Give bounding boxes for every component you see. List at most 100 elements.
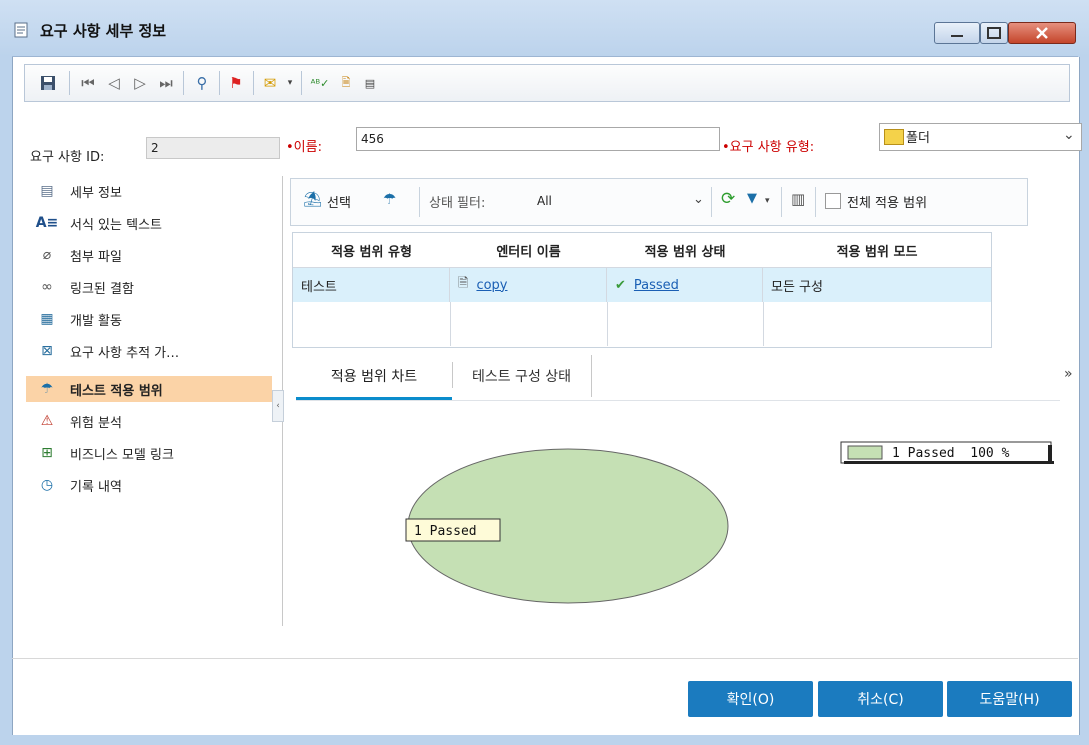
sidebar-item-details[interactable]: ▤ 세부 정보 xyxy=(38,178,272,204)
cell-entity-name: 🗎 copy xyxy=(450,268,607,302)
previous-record-icon[interactable]: ◁ xyxy=(105,74,123,92)
flag-icon[interactable]: ⚑ xyxy=(227,74,245,92)
toolbar-separator xyxy=(69,71,70,95)
sidebar-item-rich-text[interactable]: A≡ 서식 있는 텍스트 xyxy=(35,210,272,236)
save-icon[interactable] xyxy=(39,74,57,92)
table-row[interactable]: 테스트 🗎 copy ✔ Passed 모든 구성 xyxy=(293,268,991,302)
double-chevron-down-icon[interactable]: » xyxy=(1064,366,1073,382)
folder-icon xyxy=(884,129,904,145)
filter-icon[interactable]: ▼ xyxy=(747,191,757,206)
tab-coverage-chart[interactable]: 적용 범위 차트 xyxy=(296,355,452,401)
tab-test-config-status[interactable]: 테스트 구성 상태 xyxy=(452,355,592,397)
pin-icon[interactable]: ⚲ xyxy=(193,74,211,92)
coverage-grid: 적용 범위 유형 엔터티 이름 적용 범위 상태 적용 범위 모드 테스트 🗎 … xyxy=(292,232,992,348)
column-header[interactable]: 적용 범위 상태 xyxy=(607,233,764,268)
select-coverage-icon[interactable]: ⛱ xyxy=(303,190,322,208)
requirement-type-select[interactable]: 폴더 ⌄ xyxy=(879,123,1082,151)
toolbar-separator xyxy=(253,71,254,95)
window-frame-bottom xyxy=(0,735,1089,745)
name-label: •이름: xyxy=(286,140,322,155)
refresh-icon[interactable]: ⟳ xyxy=(721,189,735,209)
toolbar-separator xyxy=(419,187,420,217)
coverage-pie-chart: 1 Passed 1 Passed 100 % xyxy=(405,441,1054,604)
column-header[interactable]: 엔터티 이름 xyxy=(450,233,608,268)
cancel-button[interactable]: 취소(C) xyxy=(818,681,943,717)
sidebar-item-risk-analysis[interactable]: ⚠ 위험 분석 xyxy=(38,408,272,434)
details-icon: ▤ xyxy=(40,183,54,199)
toolbar-separator xyxy=(815,187,816,217)
sidebar-item-business-model[interactable]: ⊞ 비즈니스 모델 링크 xyxy=(38,440,272,466)
chevron-down-icon[interactable]: ⌄ xyxy=(1063,127,1075,143)
footer-divider xyxy=(12,658,1078,659)
email-dropdown-icon[interactable]: ▾ xyxy=(281,74,299,92)
cell-coverage-type: 테스트 xyxy=(293,268,450,302)
traceability-icon: ⊠ xyxy=(41,343,53,359)
ok-button[interactable]: 확인(O) xyxy=(688,681,813,717)
entire-scope-checkbox[interactable] xyxy=(825,193,841,209)
sidebar-item-attachments[interactable]: ⌀ 첨부 파일 xyxy=(38,242,272,268)
requirement-type-value: 폴더 xyxy=(906,131,930,146)
entity-link[interactable]: copy xyxy=(476,278,507,293)
email-icon[interactable]: ✉ xyxy=(261,74,279,92)
document-icon: 🗎 xyxy=(458,276,469,291)
column-header[interactable]: 적용 범위 모드 xyxy=(763,233,991,268)
last-record-icon[interactable]: ⏭ xyxy=(157,74,175,92)
maximize-button[interactable] xyxy=(980,22,1008,44)
remove-coverage-icon[interactable]: ☂ xyxy=(383,190,396,208)
attachment-icon: ⌀ xyxy=(42,247,52,263)
select-coverage-button[interactable]: 선택 xyxy=(327,192,351,211)
empty-cell xyxy=(293,302,451,346)
legend-entry: 1 Passed 100 % xyxy=(892,446,1010,461)
sidebar-item-label: 링크된 결함 xyxy=(70,281,134,297)
select-columns-icon[interactable]: ▥ xyxy=(791,190,805,208)
first-record-icon[interactable]: ⏮ xyxy=(79,74,97,92)
next-record-icon[interactable]: ▷ xyxy=(131,74,149,92)
close-button[interactable] xyxy=(1008,22,1076,44)
risk-icon: ⚠ xyxy=(40,413,54,429)
main-toolbar: ⏮ ◁ ▷ ⏭ ⚲ ⚑ ✉ ▾ ᴬᴮ✓ 🗎 ▤ xyxy=(24,64,1070,102)
empty-cell xyxy=(607,302,764,346)
spell-check-icon[interactable]: ᴬᴮ✓ xyxy=(311,74,330,92)
minimize-button[interactable] xyxy=(934,22,980,44)
chevron-down-icon[interactable]: ⌄ xyxy=(693,192,704,207)
sidebar-item-history[interactable]: ◷ 기록 내역 xyxy=(38,472,272,498)
name-field[interactable]: 456 xyxy=(356,127,720,151)
cell-coverage-mode: 모든 구성 xyxy=(763,268,991,302)
sidebar-item-linked-defects[interactable]: ∞ 링크된 결함 xyxy=(38,274,272,300)
thesaurus-icon[interactable]: 🗎 xyxy=(337,74,355,92)
window-frame-left xyxy=(0,56,12,745)
status-link[interactable]: Passed xyxy=(634,278,679,293)
coverage-toolbar: ⛱ 선택 ☂ 상태 필터: All ⌄ ⟳ ▼ ▾ ▥ 전체 적용 범위 xyxy=(290,178,1028,226)
status-filter-select[interactable]: All xyxy=(537,194,552,208)
window-title: 요구 사항 세부 정보 xyxy=(40,22,167,40)
sidebar-item-test-coverage[interactable]: ☂ 테스트 적용 범위 xyxy=(26,376,272,402)
sidebar-item-dev-activity[interactable]: ▦ 개발 활동 xyxy=(38,306,272,332)
sidebar-item-label: 서식 있는 텍스트 xyxy=(70,217,162,233)
requirement-id-label: 요구 사항 ID: xyxy=(30,150,105,165)
sidebar-item-label: 테스트 적용 범위 xyxy=(70,383,163,399)
slice-label: 1 Passed xyxy=(405,518,501,542)
spelling-options-icon[interactable]: ▤ xyxy=(361,74,379,92)
column-header[interactable]: 적용 범위 유형 xyxy=(293,233,451,268)
cell-coverage-status: ✔ Passed xyxy=(607,268,763,302)
filter-dropdown-icon[interactable]: ▾ xyxy=(765,196,770,206)
window-icon xyxy=(14,22,30,38)
entire-scope-label: 전체 적용 범위 xyxy=(847,196,928,211)
sidebar-item-label: 비즈니스 모델 링크 xyxy=(70,447,174,463)
dev-activity-icon: ▦ xyxy=(40,311,54,327)
status-filter-label: 상태 필터: xyxy=(429,196,486,211)
rich-text-icon: A≡ xyxy=(35,215,59,231)
sidebar-item-traceability[interactable]: ⊠ 요구 사항 추적 가… xyxy=(38,338,272,364)
sidebar-item-label: 첨부 파일 xyxy=(70,249,122,265)
requirement-type-label: •요구 사항 유형: xyxy=(722,140,815,155)
help-button[interactable]: 도움말(H) xyxy=(947,681,1072,717)
empty-cell xyxy=(450,302,608,346)
toolbar-separator xyxy=(301,71,302,95)
collapse-sidebar-handle[interactable]: ‹ xyxy=(272,390,284,422)
legend-swatch xyxy=(847,445,883,460)
check-circle-icon: ✔ xyxy=(615,277,626,293)
requirement-id-field: 2 xyxy=(146,137,280,159)
sidebar-item-label: 요구 사항 추적 가… xyxy=(70,345,180,361)
toolbar-separator xyxy=(183,71,184,95)
sidebar-item-label: 위험 분석 xyxy=(70,415,122,431)
